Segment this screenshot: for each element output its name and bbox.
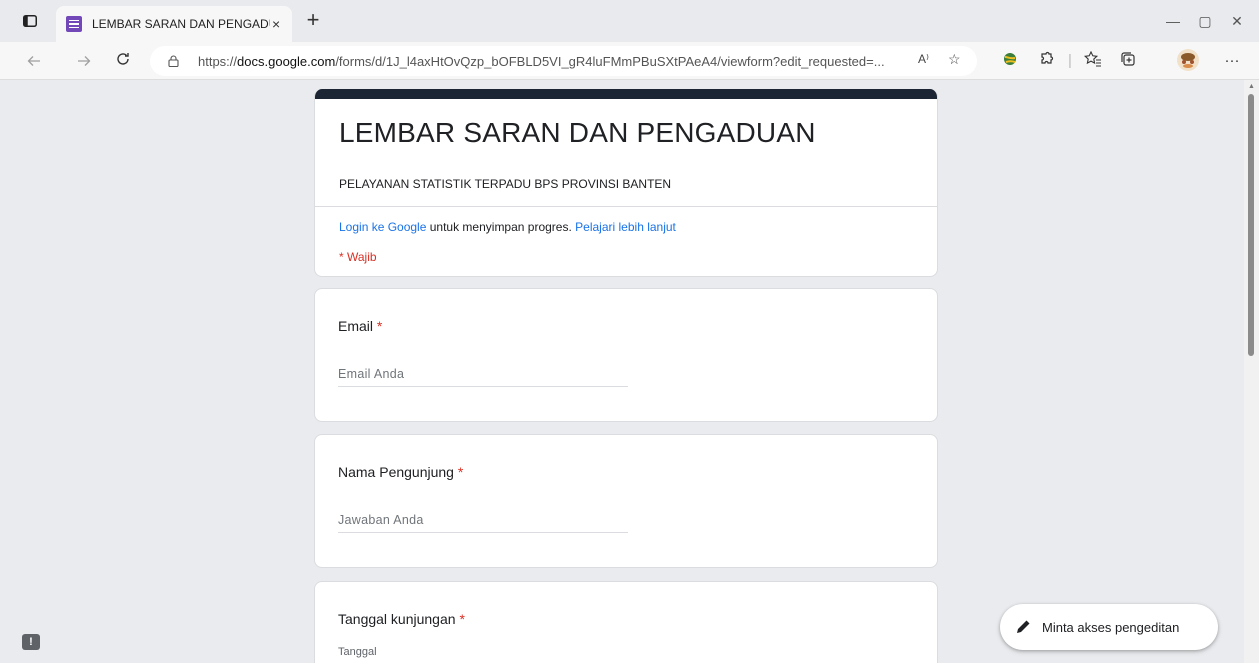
- tab-actions-icon[interactable]: [18, 9, 42, 33]
- add-favorite-icon[interactable]: ☆: [948, 51, 961, 68]
- new-tab-button[interactable]: +: [301, 9, 325, 33]
- date-field-label: Tanggal: [338, 646, 377, 658]
- address-toolbar: https://docs.google.com/forms/d/1J_l4axH…: [0, 42, 1259, 80]
- divider: [315, 206, 937, 207]
- form-description: PELAYANAN STATISTIK TERPADU BPS PROVINSI…: [339, 177, 672, 191]
- scroll-up-arrow-icon[interactable]: ▲: [1248, 83, 1255, 90]
- more-icon[interactable]: ···: [1222, 51, 1242, 71]
- favorites-icon[interactable]: [1083, 50, 1103, 71]
- learn-more-link[interactable]: Pelajari lebih lanjut: [575, 220, 676, 234]
- required-asterisk: *: [376, 318, 383, 334]
- minimize-button[interactable]: —: [1160, 9, 1186, 33]
- question-card-email: Email * Email Anda: [314, 288, 938, 422]
- question-label: Email *: [338, 318, 383, 334]
- close-tab-icon[interactable]: ×: [272, 16, 280, 32]
- required-asterisk: *: [457, 464, 464, 480]
- tab-strip: LEMBAR SARAN DAN PENGADUAN × + — ▢ ✕: [0, 0, 1259, 42]
- question-card-name: Nama Pengunjung * Jawaban Anda: [314, 434, 938, 568]
- read-aloud-icon[interactable]: A⁾: [918, 52, 929, 66]
- email-field[interactable]: Email Anda: [338, 367, 628, 387]
- toolbar-divider: |: [1068, 52, 1072, 69]
- feedback-icon[interactable]: !: [22, 634, 40, 650]
- form-header-card: LEMBAR SARAN DAN PENGADUAN PELAYANAN STA…: [314, 89, 938, 277]
- extension-icon[interactable]: [1000, 51, 1020, 71]
- url-bar[interactable]: https://docs.google.com/forms/d/1J_l4axH…: [150, 46, 977, 76]
- question-label: Tanggal kunjungan *: [338, 611, 465, 627]
- login-notice-text: untuk menyimpan progres.: [426, 220, 576, 234]
- header-stripe: [315, 89, 937, 99]
- collections-icon[interactable]: [1118, 51, 1138, 71]
- browser-tab[interactable]: LEMBAR SARAN DAN PENGADUAN ×: [56, 6, 292, 42]
- scroll-thumb[interactable]: [1248, 94, 1254, 356]
- forward-arrow-icon[interactable]: [72, 49, 96, 73]
- request-edit-access-label: Minta akses pengeditan: [1042, 619, 1180, 635]
- tab-title: LEMBAR SARAN DAN PENGADUAN: [92, 17, 270, 31]
- login-link[interactable]: Login ke Google: [339, 220, 426, 234]
- question-card-date: Tanggal kunjungan * Tanggal: [314, 581, 938, 663]
- login-notice: Login ke Google untuk menyimpan progres.…: [339, 220, 676, 234]
- profile-avatar[interactable]: [1175, 48, 1201, 74]
- required-asterisk: *: [459, 611, 465, 627]
- visitor-name-field[interactable]: Jawaban Anda: [338, 513, 628, 533]
- refresh-icon[interactable]: [111, 49, 135, 73]
- required-note: * Wajib: [339, 250, 377, 264]
- question-label: Nama Pengunjung *: [338, 464, 464, 480]
- close-window-button[interactable]: ✕: [1224, 9, 1250, 33]
- scrollbar[interactable]: ▲: [1244, 80, 1259, 663]
- maximize-button[interactable]: ▢: [1192, 9, 1218, 33]
- lock-icon[interactable]: [168, 55, 179, 67]
- forms-favicon: [66, 16, 82, 32]
- extensions-puzzle-icon[interactable]: [1037, 51, 1057, 71]
- form-title: LEMBAR SARAN DAN PENGADUAN: [339, 117, 816, 148]
- url-text[interactable]: https://docs.google.com/forms/d/1J_l4axH…: [198, 54, 885, 69]
- back-arrow-icon[interactable]: [22, 49, 46, 73]
- pencil-icon: [1017, 620, 1030, 633]
- request-edit-access-button[interactable]: Minta akses pengeditan: [1000, 604, 1218, 650]
- form-page: LEMBAR SARAN DAN PENGADUAN PELAYANAN STA…: [0, 80, 1244, 663]
